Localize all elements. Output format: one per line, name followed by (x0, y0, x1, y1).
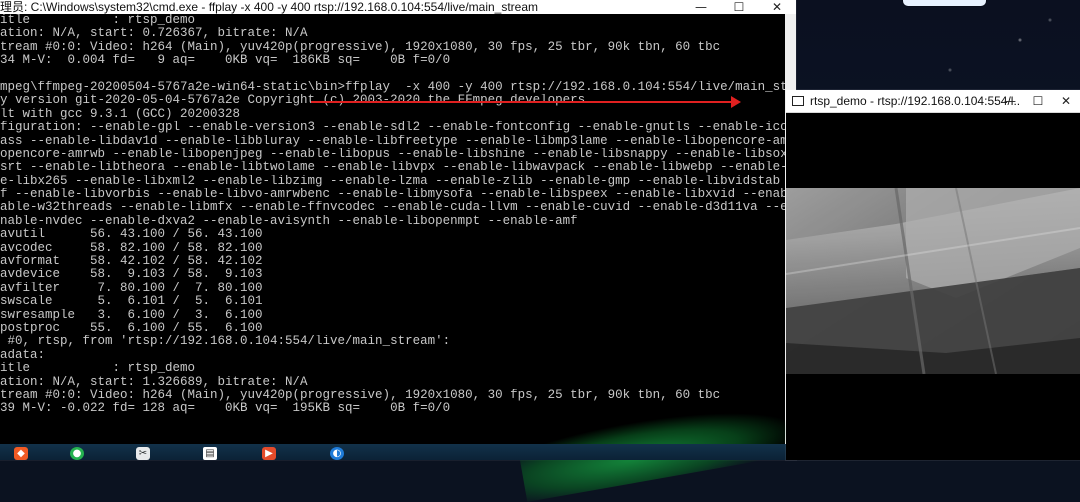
terminal-line: 34 M-V: 0.004 fd= 9 aq= 0KB vq= 186KB sq… (0, 54, 451, 68)
annotation-underline (311, 101, 732, 103)
taskbar: ◆ ● ✂ ▤ ▶ ◐ (0, 444, 786, 460)
app-icon-green[interactable]: ● (70, 447, 84, 460)
terminal-line: swresample 3. 6.100 / 3. 6.100 (0, 308, 263, 322)
terminal-line: postproc 55. 6.100 / 55. 6.100 (0, 321, 263, 335)
terminal-line: lt with gcc 9.3.1 (GCC) 20200328 (0, 107, 241, 121)
terminal-line: able-w32threads --enable-libmfx --enable… (0, 201, 785, 215)
terminal-line: figuration: --enable-gpl --enable-versio… (0, 121, 785, 135)
terminal-command-line: mpeg\ffmpeg-20200504-5767a2e-win64-stati… (0, 80, 785, 94)
cmd-titlebar[interactable]: 理员: C:\Windows\system32\cmd.exe - ffplay… (0, 0, 796, 14)
terminal-line: avutil 56. 43.100 / 56. 43.100 (0, 228, 263, 242)
terminal-line: avformat 58. 42.102 / 58. 42.102 (0, 255, 263, 269)
app-icon-blue[interactable]: ◐ (330, 447, 344, 460)
annotation-arrow (731, 96, 741, 108)
terminal-line: avfilter 7. 80.100 / 7. 80.100 (0, 281, 263, 295)
window-icon (792, 96, 804, 106)
maximize-button[interactable]: ☐ (1024, 90, 1052, 112)
close-button[interactable]: ✕ (1052, 90, 1080, 112)
cmd-window-controls: — ☐ ✕ (682, 0, 796, 14)
app-icon-doc[interactable]: ▤ (203, 447, 217, 460)
terminal-line: ation: N/A, start: 1.326689, bitrate: N/… (0, 375, 308, 389)
terminal-line: tream #0:0: Video: h264 (Main), yuv420p(… (0, 388, 721, 402)
ffplay-window-controls: — ☐ ✕ (996, 90, 1080, 112)
terminal-line: swscale 5. 6.101 / 5. 6.101 (0, 295, 263, 309)
maximize-button[interactable]: ☐ (720, 0, 758, 14)
video-frame-image (786, 188, 1080, 374)
terminal-line: avcodec 58. 82.100 / 58. 82.100 (0, 241, 263, 255)
app-icon-red[interactable]: ▶ (262, 447, 276, 460)
terminal-line: itle : rtsp_demo (0, 14, 196, 27)
terminal-line: e-libx265 --enable-libxml2 --enable-libz… (0, 174, 785, 188)
video-frame[interactable] (786, 188, 1080, 374)
app-icon-orange[interactable]: ◆ (14, 447, 28, 460)
cmd-window-title: 理员: C:\Windows\system32\cmd.exe - ffplay… (0, 0, 539, 14)
terminal-line: adata: (0, 348, 46, 362)
ffplay-titlebar[interactable]: rtsp_demo - rtsp://192.168.0.104:554/l..… (786, 90, 1080, 113)
cmd-window[interactable]: 理员: C:\Windows\system32\cmd.exe - ffplay… (0, 0, 796, 460)
minimize-button[interactable]: — (996, 90, 1024, 112)
terminal-line: avdevice 58. 9.103 / 58. 9.103 (0, 268, 263, 282)
ffplay-window-title: rtsp_demo - rtsp://192.168.0.104:554/l..… (810, 94, 1020, 108)
ffplay-window[interactable]: rtsp_demo - rtsp://192.168.0.104:554/l..… (786, 90, 1080, 460)
terminal-line: opencore-amrwb --enable-libopenjpeg --en… (0, 147, 785, 161)
app-icon-tool[interactable]: ✂ (136, 447, 150, 460)
close-button[interactable]: ✕ (758, 0, 796, 14)
desktop-widget-pill[interactable] (903, 0, 986, 6)
terminal-line: #0, rtsp, from 'rtsp://192.168.0.104:554… (0, 335, 451, 349)
terminal-line: nable-nvdec --enable-dxva2 --enable-avis… (0, 214, 578, 228)
terminal-line: ass --enable-libdav1d --enable-libbluray… (0, 134, 785, 148)
terminal-output[interactable]: itle : rtsp_demo ation: N/A, start: 0.72… (0, 14, 785, 460)
terminal-line: ation: N/A, start: 0.726367, bitrate: N/… (0, 27, 308, 41)
terminal-line: f --enable-libvorbis --enable-libvo-amrw… (0, 188, 785, 202)
terminal-line: tream #0:0: Video: h264 (Main), yuv420p(… (0, 40, 721, 54)
terminal-line: srt --enable-libtheora --enable-libtwola… (0, 161, 785, 175)
terminal-line: itle : rtsp_demo (0, 362, 196, 376)
terminal-line: 39 M-V: -0.022 fd= 128 aq= 0KB vq= 195KB… (0, 402, 451, 416)
minimize-button[interactable]: — (682, 0, 720, 14)
